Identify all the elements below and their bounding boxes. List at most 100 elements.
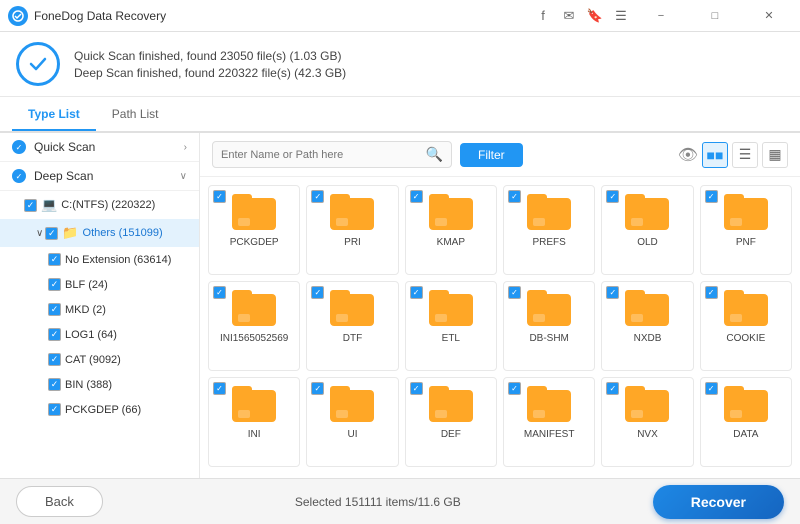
close-button[interactable]: ✕ — [746, 0, 792, 32]
folder-icon — [527, 194, 571, 230]
file-item[interactable]: DB-SHM — [503, 281, 595, 371]
file-item[interactable]: ETL — [405, 281, 497, 371]
status-check-circle — [16, 42, 60, 86]
file-name: INI1565052569 — [220, 332, 288, 345]
file-item[interactable]: NVX — [601, 377, 693, 467]
file-item[interactable]: OLD — [601, 185, 693, 275]
file-checkbox[interactable] — [213, 190, 226, 203]
file-grid-area: 🔍 Filter 👁 ■■ ☰ ▦ PCKGDEP — [200, 133, 800, 478]
header-text-block: Quick Scan finished, found 23050 file(s)… — [74, 49, 346, 80]
sidebar-sub-item[interactable]: MKD (2) — [0, 297, 199, 322]
file-checkbox[interactable] — [705, 190, 718, 203]
sidebar-quick-scan[interactable]: Quick Scan › — [0, 133, 199, 162]
file-checkbox[interactable] — [508, 382, 521, 395]
tab-path-list[interactable]: Path List — [96, 99, 175, 131]
drive-icon: 💻 — [41, 197, 57, 213]
sidebar-sub-item[interactable]: PCKGDEP (66) — [0, 397, 199, 422]
sidebar-others-folder[interactable]: ∨ 📁 Others (151099) — [0, 219, 199, 247]
back-button[interactable]: Back — [16, 486, 103, 517]
sub-item-label: PCKGDEP (66) — [65, 404, 141, 416]
sidebar-sub-item[interactable]: No Extension (63614) — [0, 247, 199, 272]
file-checkbox[interactable] — [705, 382, 718, 395]
file-checkbox[interactable] — [311, 382, 324, 395]
detail-view-button[interactable]: ▦ — [762, 142, 788, 168]
deep-scan-result: Deep Scan finished, found 220322 file(s)… — [74, 66, 346, 80]
file-name: OLD — [637, 236, 658, 249]
sub-item-label: LOG1 (64) — [65, 329, 117, 341]
file-checkbox[interactable] — [705, 286, 718, 299]
maximize-button[interactable]: □ — [692, 0, 738, 32]
folder-icon — [625, 386, 669, 422]
file-item[interactable]: DEF — [405, 377, 497, 467]
file-checkbox[interactable] — [606, 382, 619, 395]
file-item[interactable]: DTF — [306, 281, 398, 371]
file-name: DTF — [343, 332, 362, 345]
quick-scan-label: Quick Scan — [34, 140, 95, 154]
file-checkbox[interactable] — [410, 286, 423, 299]
sidebar-deep-scan[interactable]: Deep Scan ∨ — [0, 162, 199, 191]
file-checkbox[interactable] — [311, 286, 324, 299]
sidebar-sub-item[interactable]: BIN (388) — [0, 372, 199, 397]
facebook-icon[interactable]: f — [534, 7, 552, 25]
file-item[interactable]: DATA — [700, 377, 792, 467]
sidebar-sub-item[interactable]: BLF (24) — [0, 272, 199, 297]
drive-checkbox[interactable] — [24, 199, 37, 212]
sub-item-label: CAT (9092) — [65, 354, 121, 366]
sub-item-checkbox[interactable] — [48, 353, 61, 366]
file-checkbox[interactable] — [410, 190, 423, 203]
search-icon: 🔍 — [426, 146, 443, 163]
file-item[interactable]: PREFS — [503, 185, 595, 275]
sub-item-checkbox[interactable] — [48, 253, 61, 266]
folder-icon — [724, 194, 768, 230]
sub-item-checkbox[interactable] — [48, 403, 61, 416]
folder-icon — [429, 386, 473, 422]
file-item[interactable]: PNF — [700, 185, 792, 275]
file-item[interactable]: INI — [208, 377, 300, 467]
file-item[interactable]: PCKGDEP — [208, 185, 300, 275]
file-checkbox[interactable] — [508, 286, 521, 299]
others-folder-icon: 📁 — [62, 225, 78, 241]
menu-icon[interactable]: ☰ — [612, 7, 630, 25]
list-view-button[interactable]: ☰ — [732, 142, 758, 168]
file-checkbox[interactable] — [606, 286, 619, 299]
file-checkbox[interactable] — [508, 190, 521, 203]
file-item[interactable]: PRI — [306, 185, 398, 275]
others-checkbox[interactable] — [45, 227, 58, 240]
eye-icon[interactable]: 👁 — [678, 145, 698, 165]
file-checkbox[interactable] — [410, 382, 423, 395]
file-checkbox[interactable] — [606, 190, 619, 203]
file-checkbox[interactable] — [311, 190, 324, 203]
filter-button[interactable]: Filter — [460, 143, 523, 167]
message-icon[interactable]: ✉ — [560, 7, 578, 25]
search-input[interactable] — [221, 149, 426, 161]
grid-view-button[interactable]: ■■ — [702, 142, 728, 168]
file-item[interactable]: UI — [306, 377, 398, 467]
app-body: Quick Scan finished, found 23050 file(s)… — [0, 32, 800, 524]
sub-item-checkbox[interactable] — [48, 303, 61, 316]
file-checkbox[interactable] — [213, 286, 226, 299]
sidebar-sub-item[interactable]: CAT (9092) — [0, 347, 199, 372]
sidebar-sub-item[interactable]: LOG1 (64) — [0, 322, 199, 347]
file-item[interactable]: COOKIE — [700, 281, 792, 371]
folder-icon — [625, 194, 669, 230]
file-item[interactable]: MANIFEST — [503, 377, 595, 467]
file-name: INI — [248, 428, 261, 441]
sidebar-sub-items: No Extension (63614) BLF (24) MKD (2) LO… — [0, 247, 199, 422]
folder-icon — [527, 386, 571, 422]
sub-item-checkbox[interactable] — [48, 278, 61, 291]
file-checkbox[interactable] — [213, 382, 226, 395]
sub-item-label: BLF (24) — [65, 279, 108, 291]
toolbar: 🔍 Filter 👁 ■■ ☰ ▦ — [200, 133, 800, 177]
sub-item-checkbox[interactable] — [48, 378, 61, 391]
bookmark-icon[interactable]: 🔖 — [586, 7, 604, 25]
file-item[interactable]: KMAP — [405, 185, 497, 275]
sub-item-checkbox[interactable] — [48, 328, 61, 341]
minimize-button[interactable]: − — [638, 0, 684, 32]
app-logo — [8, 6, 28, 26]
file-item[interactable]: NXDB — [601, 281, 693, 371]
tab-type-list[interactable]: Type List — [12, 99, 96, 131]
file-name: NVX — [637, 428, 658, 441]
recover-button[interactable]: Recover — [653, 485, 784, 519]
sidebar-drive-item[interactable]: 💻 C:(NTFS) (220322) — [0, 191, 199, 219]
file-item[interactable]: INI1565052569 — [208, 281, 300, 371]
